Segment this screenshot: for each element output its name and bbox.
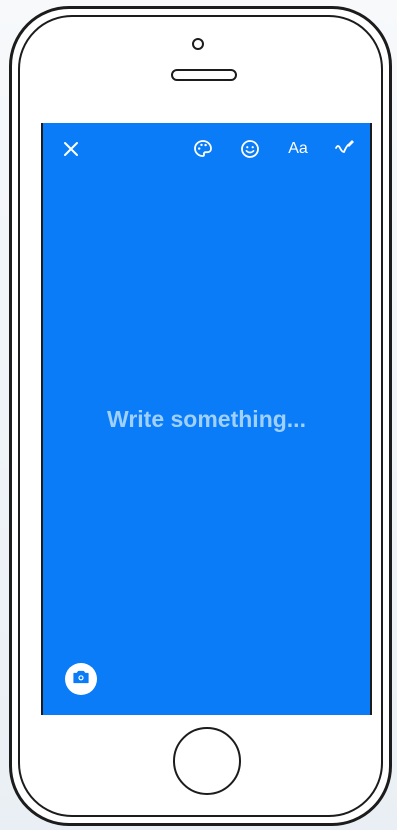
emoji-icon[interactable]	[238, 137, 262, 161]
camera-button[interactable]	[65, 663, 97, 695]
camera-icon	[72, 669, 90, 690]
story-text-placeholder[interactable]: Write something...	[43, 406, 370, 433]
doodle-icon[interactable]	[332, 137, 356, 161]
close-icon[interactable]	[59, 137, 83, 161]
composer-toolbar: Aa	[43, 123, 370, 175]
font-style-button[interactable]: Aa	[283, 137, 313, 161]
earpiece-speaker	[171, 69, 237, 81]
palette-icon[interactable]	[191, 137, 215, 161]
front-camera	[192, 38, 204, 50]
home-button[interactable]	[173, 727, 241, 795]
story-composer-screen: Aa Write something...	[41, 123, 372, 715]
